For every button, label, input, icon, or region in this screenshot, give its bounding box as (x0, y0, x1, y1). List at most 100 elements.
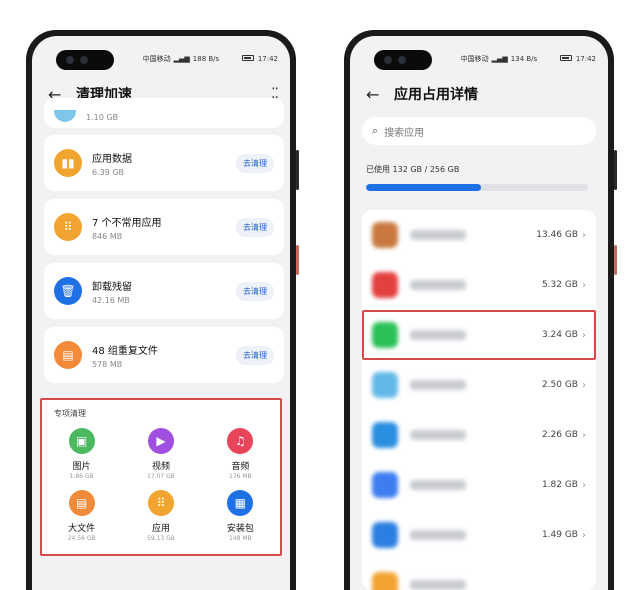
card-name: 48 组重复文件 (92, 345, 158, 357)
chevron-right-icon: › (582, 479, 586, 491)
item-size: 17.07 GB (147, 473, 175, 480)
card-duplicate-files[interactable]: ▤ 48 组重复文件 578 MB 去清理 (44, 327, 284, 383)
page-header: ← 应用占用详情 (366, 82, 596, 106)
app-name-blurred (410, 380, 466, 390)
storage-progress-bar (366, 184, 588, 191)
app-icon (372, 422, 398, 448)
clean-button[interactable]: 去清理 (236, 345, 274, 365)
app-row[interactable]: 13.46 GB › (362, 210, 596, 260)
card-unused-apps[interactable]: ⠿ 7 个不常用应用 846 MB 去清理 (44, 199, 284, 255)
item-size: 1.86 GB (69, 473, 94, 480)
app-row[interactable] (362, 560, 596, 590)
app-name-blurred (410, 580, 466, 590)
app-row[interactable]: 1.82 GB › (362, 460, 596, 510)
left-screen: 中国移动 ▂▄▆ 188 B/s 17:42 ← 清理加速 ⁚⁚ 1.10 GB… (32, 36, 290, 590)
right-screen: 中国移动 ▂▄▆ 134 B/s 17:42 ← 应用占用详情 ⌕ 搜索应用 已… (350, 36, 608, 590)
side-button (614, 150, 617, 190)
clean-button[interactable]: 去清理 (236, 153, 274, 173)
app-name-blurred (410, 280, 466, 290)
app-icon (372, 472, 398, 498)
carrier-label: 中国移动 (460, 55, 489, 63)
partial-icon (54, 110, 76, 122)
card-name: 应用数据 (92, 153, 132, 165)
item-size: 59.13 GB (147, 535, 175, 542)
special-item-packages[interactable]: ▦ 安装包 148 MB (201, 490, 280, 542)
app-row[interactable]: 2.50 GB › (362, 360, 596, 410)
speed-label: 134 B/s (510, 55, 538, 63)
signal-icon: ▂▄▆ (173, 55, 190, 63)
app-row[interactable]: 1.49 GB › (362, 510, 596, 560)
status-bar: 中国移动 ▂▄▆ 134 B/s 17:42 (438, 54, 596, 64)
special-item-images[interactable]: ▣ 图片 1.86 GB (42, 428, 121, 480)
card-app-data[interactable]: ▮▮ 应用数据 6.39 GB 去清理 (44, 135, 284, 191)
item-label: 视频 (151, 462, 170, 472)
card-uninstall-residue[interactable]: 🗑 卸载残留 42.16 MB 去清理 (44, 263, 284, 319)
chevron-right-icon: › (582, 429, 586, 441)
app-size: 1.49 GB (541, 530, 578, 540)
chevron-right-icon: › (582, 279, 586, 291)
card-size: 6.39 GB (92, 167, 125, 177)
special-item-audio[interactable]: ♫ 音频 176 MB (201, 428, 280, 480)
page-title: 应用占用详情 (394, 87, 478, 103)
package-icon: ▦ (227, 490, 254, 516)
app-size: 5.32 GB (541, 280, 578, 290)
item-label: 图片 (72, 462, 91, 472)
item-label: 应用 (151, 524, 170, 534)
app-icon (372, 372, 398, 398)
doc-icon: ▤ (68, 490, 95, 516)
carrier-label: 中国移动 (142, 55, 171, 63)
item-size: 24.56 GB (67, 535, 96, 542)
apps-icon: ⠿ (54, 213, 82, 241)
app-size: 2.50 GB (541, 380, 578, 390)
item-label: 音频 (231, 462, 250, 472)
search-placeholder: 搜索应用 (384, 127, 425, 139)
back-arrow-icon[interactable]: ← (366, 85, 386, 104)
search-input[interactable]: ⌕ 搜索应用 (362, 117, 596, 145)
card-name: 卸载残留 (92, 281, 132, 293)
special-cleanup-panel: 专项清理 ▣ 图片 1.86 GB ▶ 视频 17.07 GB ♫ 音频 176… (40, 398, 282, 556)
card-size: 42.16 MB (92, 295, 130, 305)
right-phone: 中国移动 ▂▄▆ 134 B/s 17:42 ← 应用占用详情 ⌕ 搜索应用 已… (344, 30, 614, 590)
left-phone: 中国移动 ▂▄▆ 188 B/s 17:42 ← 清理加速 ⁚⁚ 1.10 GB… (26, 30, 296, 590)
app-icon (372, 322, 398, 348)
camera-cutout (56, 50, 114, 70)
trash-icon: 🗑 (54, 277, 82, 305)
clean-button[interactable]: 去清理 (236, 281, 274, 301)
chevron-right-icon: › (582, 529, 586, 541)
file-icon: ▤ (54, 341, 82, 369)
app-icon (372, 222, 398, 248)
time-label: 17:42 (257, 55, 278, 63)
chevron-right-icon: › (582, 329, 586, 341)
app-row[interactable]: 5.32 GB › (362, 260, 596, 310)
storage-progress-fill (366, 184, 481, 191)
section-heading: 专项清理 (54, 409, 86, 418)
side-button (296, 150, 299, 190)
app-list: 13.46 GB › 5.32 GB › 3.24 GB › 2.50 GB › 2.2… (362, 210, 596, 590)
status-bar: 中国移动 ▂▄▆ 188 B/s 17:42 (120, 54, 278, 64)
storage-usage-text: 已使用 132 GB / 256 GB (366, 165, 460, 174)
app-name-blurred (410, 330, 466, 340)
speed-label: 188 B/s (192, 55, 220, 63)
card-size: 846 MB (92, 231, 123, 241)
battery-icon (241, 55, 254, 63)
item-label: 大文件 (68, 524, 96, 534)
app-icon (372, 572, 398, 590)
special-item-apps[interactable]: ⠿ 应用 59.13 GB (121, 490, 200, 542)
app-name-blurred (410, 530, 466, 540)
app-row[interactable]: 2.26 GB › (362, 410, 596, 460)
clean-button[interactable]: 去清理 (236, 217, 274, 237)
prev-card-partial: 1.10 GB (44, 98, 284, 128)
app-name-blurred (410, 230, 466, 240)
prev-size: 1.10 GB (86, 113, 119, 122)
app-size: 1.82 GB (541, 480, 578, 490)
app-row-highlighted[interactable]: 3.24 GB › (362, 310, 596, 360)
signal-icon: ▂▄▆ (491, 55, 508, 63)
app-size: 3.24 GB (541, 330, 578, 340)
special-item-videos[interactable]: ▶ 视频 17.07 GB (121, 428, 200, 480)
app-size: 2.26 GB (541, 430, 578, 440)
video-icon: ▶ (147, 428, 174, 454)
special-item-large-files[interactable]: ▤ 大文件 24.56 GB (42, 490, 121, 542)
card-name: 7 个不常用应用 (92, 217, 162, 229)
side-button (614, 245, 617, 275)
app-size: 13.46 GB (536, 230, 578, 240)
